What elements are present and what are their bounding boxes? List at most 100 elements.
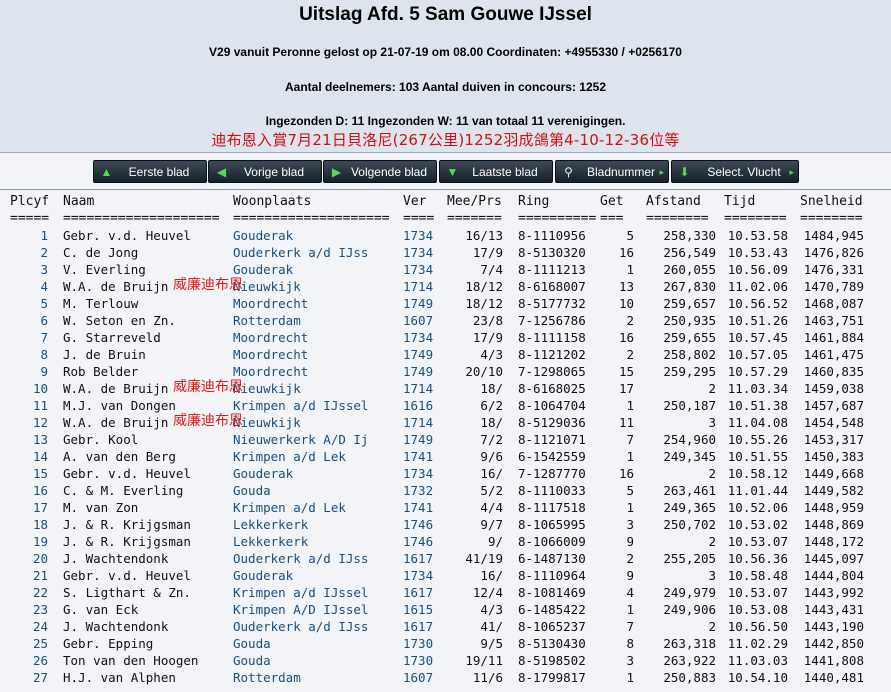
cell-mee-prs: 18/12 [465,296,503,311]
cell-ver[interactable]: 1734 [403,261,433,278]
cell-afstand: 255,205 [663,551,716,566]
download-icon: ⬇ [679,165,690,179]
cell-woonplaats[interactable]: Krimpen a/d IJssel [233,397,368,414]
cell-woonplaats[interactable]: Rotterdam [233,669,301,686]
table-separator: ===== ==================== =============… [0,210,891,227]
cell-plcyf[interactable]: 5 [10,295,48,312]
cell-ver[interactable]: 1734 [403,567,433,584]
cell-plcyf[interactable]: 10 [10,380,48,397]
cell-ver[interactable]: 1714 [403,380,433,397]
cell-woonplaats[interactable]: Gouda [233,635,271,652]
cell-woonplaats[interactable]: Rotterdam [233,312,301,329]
cell-plcyf[interactable]: 21 [10,567,48,584]
cell-woonplaats[interactable]: Gouderak [233,227,293,244]
cell-ver[interactable]: 1607 [403,669,433,686]
table-row: 17 M. van Zon Krimpen a/d Lek 1741 4/4 8-1117… [0,499,891,516]
cell-woonplaats[interactable]: Krimpen a/d Lek [233,499,346,516]
cell-ver[interactable]: 1730 [403,635,433,652]
cell-woonplaats[interactable]: Lekkerkerk [233,516,308,533]
cell-woonplaats[interactable]: Nieuwkijk [233,380,301,397]
cell-woonplaats[interactable]: Moordrecht [233,329,308,346]
cell-plcyf[interactable]: 24 [10,618,48,635]
cell-plcyf[interactable]: 4 [10,278,48,295]
cell-ver[interactable]: 1730 [403,652,433,669]
cell-plcyf[interactable]: 7 [10,329,48,346]
cell-plcyf[interactable]: 22 [10,584,48,601]
cell-plcyf[interactable]: 20 [10,550,48,567]
cell-plcyf[interactable]: 2 [10,244,48,261]
page-navigation: ▲ Eerste blad ◀ Vorige blad ▶ Volgende b… [93,160,813,183]
cell-ver[interactable]: 1734 [403,329,433,346]
cell-plcyf[interactable]: 27 [10,669,48,686]
cell-woonplaats[interactable]: Gouderak [233,465,293,482]
cell-ver[interactable]: 1749 [403,295,433,312]
cell-woonplaats[interactable]: Lekkerkerk [233,533,308,550]
cell-woonplaats[interactable]: Gouda [233,652,271,669]
cell-ver[interactable]: 1607 [403,312,433,329]
cell-plcyf[interactable]: 14 [10,448,48,465]
cell-snelheid: 1470,789 [803,279,864,294]
cell-ver[interactable]: 1617 [403,584,433,601]
cell-plcyf[interactable]: 26 [10,652,48,669]
cell-woonplaats[interactable]: Gouderak [233,261,293,278]
cell-woonplaats[interactable]: Nieuwkijk [233,414,301,431]
cell-plcyf[interactable]: 19 [10,533,48,550]
cell-ver[interactable]: 1741 [403,499,433,516]
cell-woonplaats[interactable]: Krimpen A/D IJssel [233,601,368,618]
cell-plcyf[interactable]: 16 [10,482,48,499]
cell-get: 2 [626,347,634,362]
cell-ver[interactable]: 1617 [403,618,433,635]
previous-page-button[interactable]: ◀ Vorige blad [208,160,322,183]
cell-plcyf[interactable]: 1 [10,227,48,244]
header-ring: Ring [518,194,550,209]
select-flight-button[interactable]: ⬇ Select. Vlucht ▸ [671,160,799,183]
cell-plcyf[interactable]: 13 [10,431,48,448]
cell-ver[interactable]: 1734 [403,465,433,482]
cell-plcyf[interactable]: 8 [10,346,48,363]
last-page-button[interactable]: ▼ Laatste blad [439,160,553,183]
cell-snelheid: 1460,835 [803,364,864,379]
cell-plcyf[interactable]: 25 [10,635,48,652]
cell-plcyf[interactable]: 15 [10,465,48,482]
cell-woonplaats[interactable]: Nieuwkijk [233,278,301,295]
cell-woonplaats[interactable]: Gouda [233,482,271,499]
cell-woonplaats[interactable]: Ouderkerk a/d IJss [233,618,368,635]
cell-ver[interactable]: 1746 [403,516,433,533]
cell-afstand: 258,330 [663,228,716,243]
cell-ver[interactable]: 1749 [403,363,433,380]
cell-woonplaats[interactable]: Moordrecht [233,346,308,363]
cell-woonplaats[interactable]: Moordrecht [233,295,308,312]
cell-ver[interactable]: 1616 [403,397,433,414]
cell-ver[interactable]: 1732 [403,482,433,499]
cell-ver[interactable]: 1749 [403,346,433,363]
cell-plcyf[interactable]: 9 [10,363,48,380]
cell-woonplaats[interactable]: Nieuwerkerk A/D Ij [233,431,368,448]
cell-plcyf[interactable]: 17 [10,499,48,516]
page-number-button[interactable]: ⚲ Bladnummer ▸ [555,160,669,183]
cell-ver[interactable]: 1617 [403,550,433,567]
cell-woonplaats[interactable]: Moordrecht [233,363,308,380]
cell-plcyf[interactable]: 23 [10,601,48,618]
cell-plcyf[interactable]: 6 [10,312,48,329]
cell-woonplaats[interactable]: Krimpen a/d Lek [233,448,346,465]
cell-woonplaats[interactable]: Gouderak [233,567,293,584]
cell-woonplaats[interactable]: Ouderkerk a/d IJss [233,244,368,261]
cell-plcyf[interactable]: 18 [10,516,48,533]
cell-woonplaats[interactable]: Ouderkerk a/d IJss [233,550,368,567]
cell-ver[interactable]: 1734 [403,244,433,261]
cell-ver[interactable]: 1714 [403,414,433,431]
cell-ver[interactable]: 1749 [403,431,433,448]
cell-ver[interactable]: 1734 [403,227,433,244]
cell-ver[interactable]: 1741 [403,448,433,465]
next-page-button[interactable]: ▶ Volgende blad [323,160,437,183]
cell-ver[interactable]: 1746 [403,533,433,550]
cell-plcyf[interactable]: 11 [10,397,48,414]
cell-afstand: 3 [708,415,716,430]
cell-woonplaats[interactable]: Krimpen a/d IJssel [233,584,368,601]
first-page-button[interactable]: ▲ Eerste blad [93,160,207,183]
cell-ver[interactable]: 1714 [403,278,433,295]
cell-afstand: 2 [708,534,716,549]
cell-ver[interactable]: 1615 [403,601,433,618]
cell-plcyf[interactable]: 12 [10,414,48,431]
cell-plcyf[interactable]: 3 [10,261,48,278]
